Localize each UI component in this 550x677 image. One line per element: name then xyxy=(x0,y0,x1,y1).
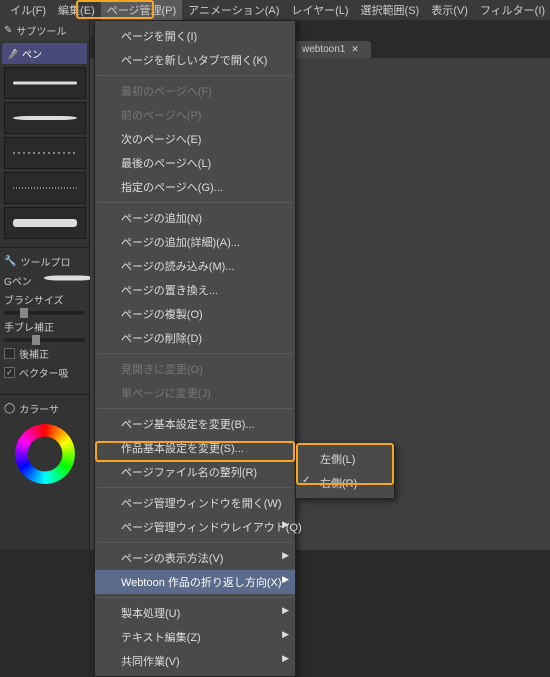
stabilize-label: 手ブレ補正 xyxy=(4,319,54,334)
postcorrect-checkbox[interactable] xyxy=(4,348,15,359)
subtool-label: サブツール xyxy=(16,23,66,38)
menu-duplicate-page[interactable]: ページの複製(O) xyxy=(95,302,295,326)
stabilize-slider[interactable] xyxy=(4,338,85,342)
document-tab[interactable]: webtoon1 ✕ xyxy=(290,41,371,58)
chevron-right-icon: ▶ xyxy=(282,629,289,640)
menu-separator xyxy=(97,353,293,354)
postcorrect-label: 後補正 xyxy=(19,346,49,361)
menu-separator xyxy=(97,202,293,203)
brush-preview-3[interactable] xyxy=(4,137,86,169)
chevron-right-icon: ▶ xyxy=(282,550,289,561)
menu-import-page[interactable]: ページの読み込み(M)... xyxy=(95,254,295,278)
menu-selection[interactable]: 選択範囲(S) xyxy=(355,0,426,20)
menu-webtoon-fold[interactable]: Webtoon 作品の折り返し方向(X)▶ xyxy=(95,570,295,594)
menu-separator xyxy=(97,487,293,488)
gpen-label: Gペン xyxy=(4,273,32,288)
gpen-row[interactable]: Gペン xyxy=(4,271,85,290)
webtoon-fold-submenu: 左側(L) ✓右側(R) xyxy=(295,443,395,499)
brushsize-label: ブラシサイズ xyxy=(4,292,64,307)
wrench-icon: 🔧 xyxy=(4,256,16,267)
submenu-right[interactable]: ✓右側(R) xyxy=(296,471,394,495)
brush-preview-5[interactable] xyxy=(4,207,86,239)
menu-goto-page[interactable]: 指定のページへ(G)... xyxy=(95,175,295,199)
check-icon: ✓ xyxy=(302,475,310,486)
brush-preview-2[interactable] xyxy=(4,102,86,134)
menu-file[interactable]: イル(F) xyxy=(4,0,52,20)
menu-open-manager[interactable]: ページ管理ウィンドウを開く(W) xyxy=(95,491,295,515)
menu-manager-layout[interactable]: ページ管理ウィンドウレイアウト(Q)▶ xyxy=(95,515,295,539)
menu-separator xyxy=(97,597,293,598)
menu-text-edit[interactable]: テキスト編集(Z)▶ xyxy=(95,625,295,649)
menu-prev-page: 前のページへ(P) xyxy=(95,103,295,127)
menu-open-new-tab[interactable]: ページを新しいタブで開く(K) xyxy=(95,48,295,72)
subtool-panel-title: ✎ サブツール xyxy=(0,20,89,41)
menubar: イル(F) 編集(E) ページ管理(P) アニメーション(A) レイヤー(L) … xyxy=(0,0,550,20)
menu-separator xyxy=(97,75,293,76)
menu-separator xyxy=(97,408,293,409)
menu-last-page[interactable]: 最後のページへ(L) xyxy=(95,151,295,175)
tab-title: webtoon1 xyxy=(302,44,345,55)
menu-filter[interactable]: フィルター(I) xyxy=(474,0,550,20)
left-panel: ✎ サブツール ペン 🔧 ツールプロ Gペン ブラシサイズ 手ブレ補正 後補正 ベ… xyxy=(0,20,90,550)
menu-add-page-detail[interactable]: ページの追加(詳細)(A)... xyxy=(95,230,295,254)
vectorsnap-checkbox[interactable] xyxy=(4,367,15,378)
toolprop-title: ツールプロ xyxy=(20,254,70,269)
menu-layer[interactable]: レイヤー(L) xyxy=(285,0,354,20)
menu-first-page: 最初のページへ(F) xyxy=(95,79,295,103)
menu-collab[interactable]: 共同作業(V)▶ xyxy=(95,649,295,673)
menu-to-spread: 見開きに変更(O) xyxy=(95,357,295,381)
page-menu-dropdown: ページを開く(I) ページを新しいタブで開く(K) 最初のページへ(F) 前のペ… xyxy=(94,20,296,677)
brushsize-slider[interactable] xyxy=(4,311,85,315)
menu-open-page[interactable]: ページを開く(I) xyxy=(95,24,295,48)
brush-icon: ✎ xyxy=(4,25,12,36)
pen-icon xyxy=(8,49,18,59)
menu-page[interactable]: ページ管理(P) xyxy=(101,0,182,20)
pen-label: ペン xyxy=(22,46,42,61)
menu-next-page[interactable]: 次のページへ(E) xyxy=(95,127,295,151)
menu-replace-page[interactable]: ページの置き換え... xyxy=(95,278,295,302)
chevron-right-icon: ▶ xyxy=(282,653,289,664)
menu-animation[interactable]: アニメーション(A) xyxy=(182,0,285,20)
chevron-right-icon: ▶ xyxy=(282,519,289,530)
color-wheel[interactable] xyxy=(15,424,75,484)
chevron-right-icon: ▶ xyxy=(282,574,289,585)
submenu-left[interactable]: 左側(L) xyxy=(296,447,394,471)
pen-tool-tab[interactable]: ペン xyxy=(2,43,87,64)
menu-to-single: 単ページに変更(J) xyxy=(95,381,295,405)
menu-add-page[interactable]: ページの追加(N) xyxy=(95,206,295,230)
menu-separator xyxy=(97,542,293,543)
menu-bookbind[interactable]: 製本処理(U)▶ xyxy=(95,601,295,625)
vectorsnap-label: ベクター吸 xyxy=(19,365,69,380)
brush-preview-1[interactable] xyxy=(4,67,86,99)
menu-work-basic[interactable]: 作品基本設定を変更(S)... xyxy=(95,436,295,460)
brush-preview-4[interactable] xyxy=(4,172,86,204)
menu-file-rename[interactable]: ページファイル名の整列(R) xyxy=(95,460,295,484)
menu-view[interactable]: 表示(V) xyxy=(425,0,474,20)
close-icon[interactable]: ✕ xyxy=(351,44,359,55)
tool-properties: 🔧 ツールプロ Gペン ブラシサイズ 手ブレ補正 後補正 ベクター吸 xyxy=(0,247,89,386)
chevron-right-icon: ▶ xyxy=(282,605,289,616)
menu-edit[interactable]: 編集(E) xyxy=(52,0,101,20)
palette-icon: ◯ xyxy=(4,403,15,414)
color-panel: ◯ カラーサ xyxy=(0,394,89,494)
menu-page-basic[interactable]: ページ基本設定を変更(B)... xyxy=(95,412,295,436)
color-title: カラーサ xyxy=(19,401,59,416)
menu-delete-page[interactable]: ページの削除(D) xyxy=(95,326,295,350)
